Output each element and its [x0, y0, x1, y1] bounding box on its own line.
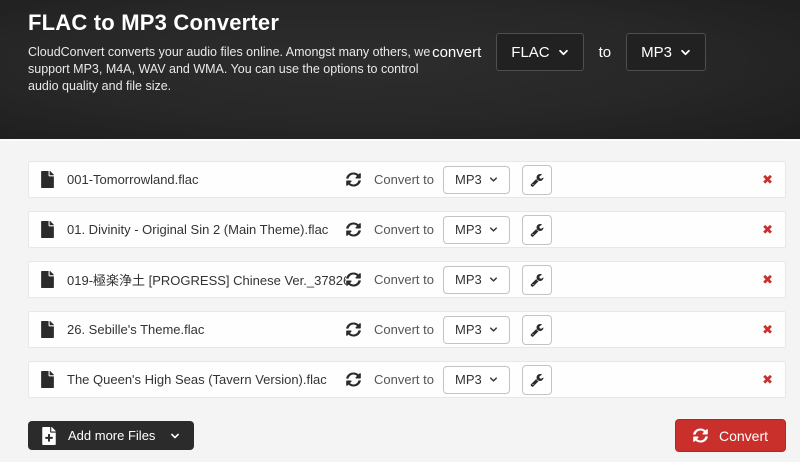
wrench-icon — [530, 373, 544, 387]
output-format-select[interactable]: MP3 — [442, 215, 510, 244]
convert-to-label: Convert to — [374, 172, 434, 187]
remove-file-button[interactable]: ✖ — [762, 223, 773, 236]
wrench-icon — [530, 223, 544, 237]
chevron-down-icon — [489, 275, 498, 284]
chevron-down-icon — [558, 47, 569, 58]
file-list: 001-Tomorrowland.flac Convert to MP3 ✖ 0… — [28, 161, 786, 398]
conversion-options-button[interactable] — [521, 214, 552, 245]
file-name: 26. Sebille's Theme.flac — [67, 322, 205, 337]
file-row: 001-Tomorrowland.flac Convert to MP3 ✖ — [28, 161, 786, 198]
chevron-down-icon — [489, 175, 498, 184]
add-more-files-label: Add more Files — [68, 428, 156, 443]
source-format-value: FLAC — [511, 43, 550, 61]
file-row: 01. Divinity - Original Sin 2 (Main Them… — [28, 211, 786, 248]
wrench-icon — [530, 323, 544, 337]
description-line: audio quality and file size. — [28, 79, 172, 93]
action-bar: Add more Files Convert — [28, 419, 786, 452]
output-format-select[interactable]: MP3 — [442, 165, 510, 194]
wrench-icon — [530, 173, 544, 187]
file-name: The Queen's High Seas (Tavern Version).f… — [67, 372, 327, 387]
refresh-icon — [346, 222, 361, 237]
chevron-down-icon — [489, 375, 498, 384]
refresh-icon — [346, 372, 361, 387]
refresh-icon — [346, 322, 361, 337]
target-format-select[interactable]: MP3 — [626, 33, 706, 71]
to-label: to — [598, 43, 612, 61]
output-format-select[interactable]: MP3 — [442, 365, 510, 394]
file-icon — [41, 371, 54, 388]
output-format-value: MP3 — [454, 272, 482, 287]
target-format-value: MP3 — [641, 43, 672, 61]
conversion-options-button[interactable] — [521, 164, 552, 195]
output-format-select[interactable]: MP3 — [442, 315, 510, 344]
conversion-options-button[interactable] — [521, 264, 552, 295]
output-format-value: MP3 — [454, 172, 482, 187]
remove-file-button[interactable]: ✖ — [762, 323, 773, 336]
convert-button[interactable]: Convert — [674, 419, 786, 452]
convert-to-label: Convert to — [374, 222, 434, 237]
file-name: 001-Tomorrowland.flac — [67, 172, 199, 187]
file-icon — [41, 171, 54, 188]
file-row: 019-極楽浄土 [PROGRESS] Chinese Ver._3782668… — [28, 261, 786, 298]
conversion-options-button[interactable] — [521, 314, 552, 345]
chevron-down-icon[interactable] — [170, 431, 180, 441]
file-plus-icon — [42, 427, 56, 445]
convert-button-label: Convert — [718, 427, 768, 444]
description-line: support MP3, M4A, WAV and WMA. You can u… — [28, 62, 419, 76]
output-format-select[interactable]: MP3 — [442, 265, 510, 294]
refresh-icon — [346, 172, 361, 187]
refresh-icon — [346, 272, 361, 287]
wrench-icon — [530, 273, 544, 287]
remove-file-button[interactable]: ✖ — [762, 373, 773, 386]
chevron-down-icon — [489, 225, 498, 234]
file-name: 01. Divinity - Original Sin 2 (Main Them… — [67, 222, 329, 237]
format-selector-bar: convert FLAC to MP3 — [432, 33, 706, 71]
page-description: CloudConvert converts your audio files o… — [28, 44, 430, 95]
convert-to-label: Convert to — [374, 322, 434, 337]
convert-label: convert — [432, 43, 482, 61]
file-name: 019-極楽浄土 [PROGRESS] Chinese Ver._3782668… — [67, 273, 346, 288]
conversion-options-button[interactable] — [521, 364, 552, 395]
output-format-value: MP3 — [454, 322, 482, 337]
file-icon — [41, 321, 54, 338]
convert-to-label: Convert to — [374, 272, 434, 287]
page-title: FLAC to MP3 Converter — [28, 10, 280, 35]
chevron-down-icon — [489, 325, 498, 334]
chevron-down-icon — [680, 47, 691, 58]
file-row: 26. Sebille's Theme.flac Convert to MP3 … — [28, 311, 786, 348]
output-format-value: MP3 — [454, 222, 482, 237]
file-icon — [41, 271, 54, 288]
file-row: The Queen's High Seas (Tavern Version).f… — [28, 361, 786, 398]
refresh-icon — [693, 428, 708, 443]
output-format-value: MP3 — [454, 372, 482, 387]
source-format-select[interactable]: FLAC — [496, 33, 584, 71]
page-header: FLAC to MP3 Converter CloudConvert conve… — [0, 0, 800, 141]
file-icon — [41, 221, 54, 238]
description-line: CloudConvert converts your audio files o… — [28, 45, 431, 59]
convert-to-label: Convert to — [374, 372, 434, 387]
remove-file-button[interactable]: ✖ — [762, 273, 773, 286]
remove-file-button[interactable]: ✖ — [762, 173, 773, 186]
add-more-files-button[interactable]: Add more Files — [28, 421, 195, 450]
